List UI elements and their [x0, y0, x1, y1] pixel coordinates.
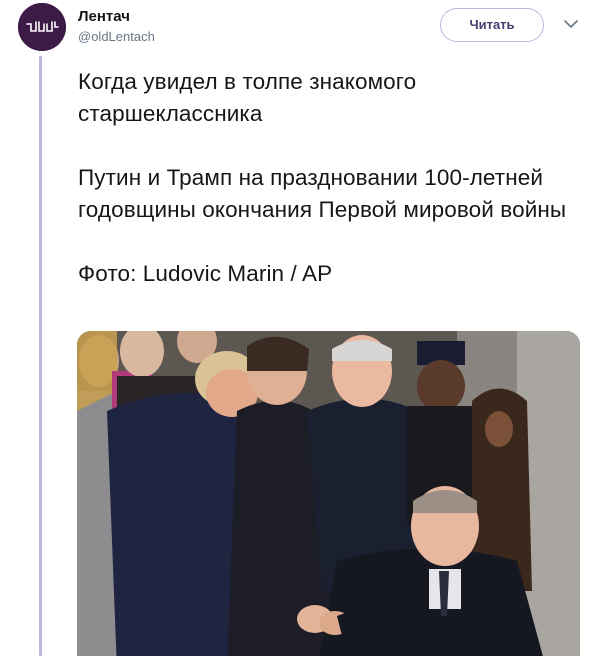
follow-button[interactable]: Читать — [440, 8, 544, 42]
chevron-down-icon[interactable] — [562, 15, 580, 33]
tweet-text: Когда увидел в толпе знакомого старшекла… — [78, 66, 578, 290]
tweet-paragraph-caption: Когда увидел в толпе знакомого старшекла… — [78, 69, 417, 126]
account-handle[interactable]: @oldLentach — [78, 28, 155, 46]
tweet-paragraph-description: Путин и Трамп на праздновании 100-летней… — [78, 165, 567, 222]
news-photo-image — [77, 331, 580, 656]
thread-line — [39, 56, 42, 656]
tweet-card: Лентач @oldLentach Читать Когда увидел в… — [0, 0, 594, 656]
tweet-photo[interactable] — [77, 331, 580, 656]
account-name[interactable]: Лентач — [78, 7, 130, 27]
lentach-logo-icon — [18, 3, 66, 51]
tweet-paragraph-credit: Фото: Ludovic Marin / AP — [78, 261, 333, 286]
avatar[interactable] — [18, 3, 66, 51]
